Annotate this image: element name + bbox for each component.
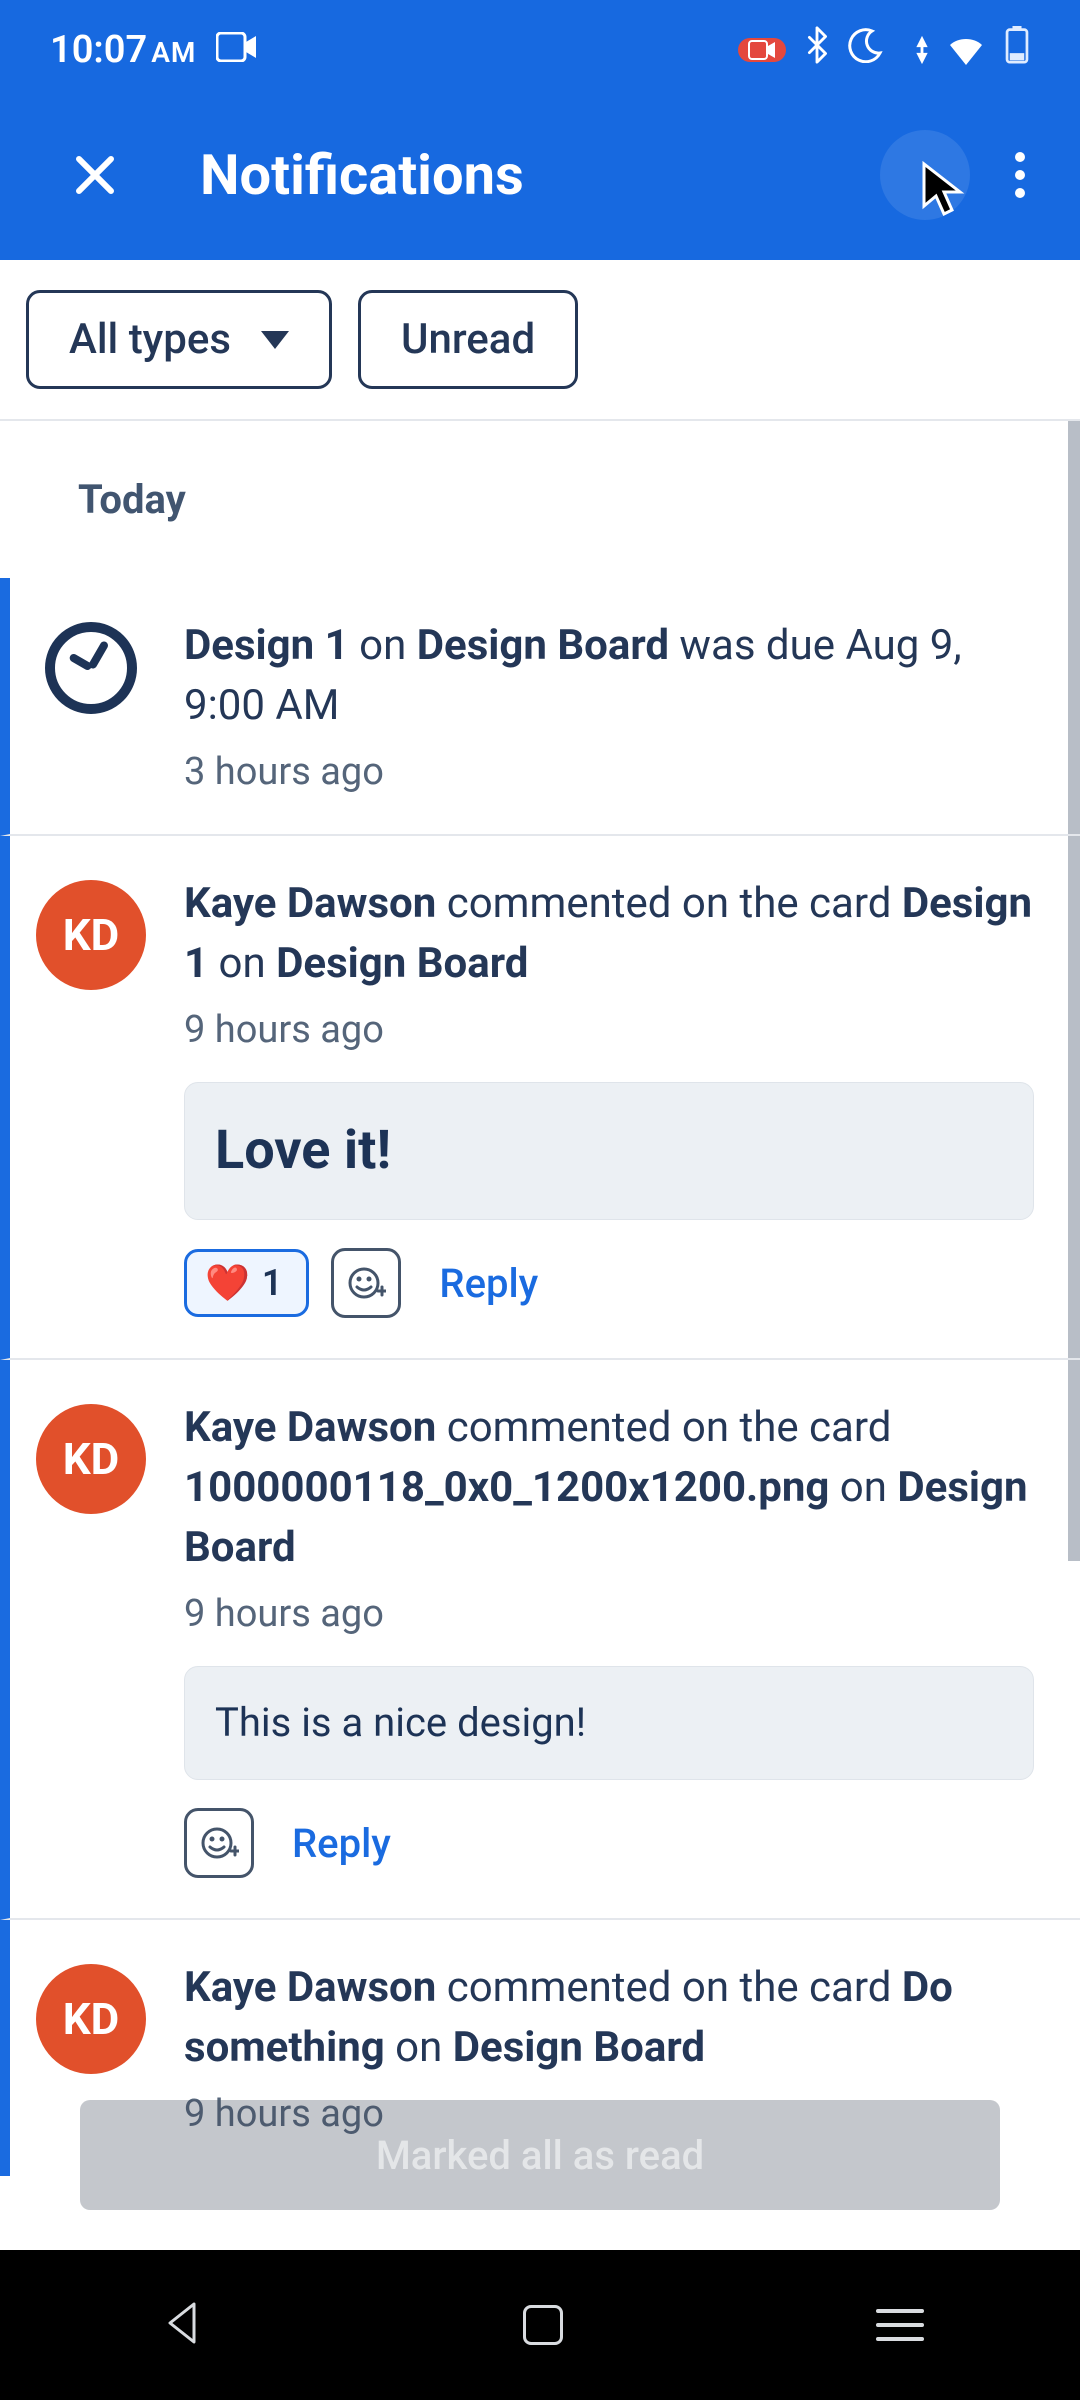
- reply-button[interactable]: Reply: [439, 1260, 538, 1307]
- notification-item-due[interactable]: Design 1 on Design Board was due Aug 9, …: [0, 578, 1080, 836]
- nav-home-button[interactable]: [523, 2305, 563, 2345]
- status-bar: 10:07AM: [0, 0, 1080, 100]
- close-button[interactable]: [60, 140, 130, 210]
- notification-timestamp: 9 hours ago: [184, 1008, 1034, 1052]
- wifi-icon: [902, 33, 986, 67]
- mark-all-read-button[interactable]: [880, 130, 970, 220]
- battery-icon: [1004, 26, 1030, 74]
- avatar: KD: [36, 1964, 146, 2074]
- filter-type-dropdown[interactable]: All types: [26, 290, 332, 389]
- overflow-menu-button[interactable]: [990, 135, 1050, 215]
- notification-item-comment[interactable]: KD Kaye Dawson commented on the card Do …: [0, 1920, 1080, 2176]
- system-nav-bar: [0, 2250, 1080, 2400]
- notification-message: Kaye Dawson commented on the card 100000…: [184, 1398, 1034, 1578]
- notification-message: Design 1 on Design Board was due Aug 9, …: [184, 616, 1034, 736]
- bluetooth-icon: [804, 26, 830, 74]
- filter-type-label: All types: [69, 315, 231, 364]
- notification-timestamp: 3 hours ago: [184, 750, 1034, 794]
- clock-icon: [45, 622, 137, 714]
- notification-item-comment[interactable]: KD Kaye Dawson commented on the card 100…: [0, 1360, 1080, 1920]
- filter-unread-button[interactable]: Unread: [358, 290, 578, 389]
- notification-timestamp: 9 hours ago: [184, 1592, 1034, 1636]
- notification-item-comment[interactable]: KD Kaye Dawson commented on the card Des…: [0, 836, 1080, 1360]
- page-title: Notifications: [200, 142, 880, 208]
- avatar: KD: [36, 880, 146, 990]
- nav-back-button[interactable]: [156, 2296, 210, 2354]
- comment-quote: This is a nice design!: [184, 1666, 1034, 1780]
- reply-button[interactable]: Reply: [292, 1820, 391, 1867]
- app-header: Notifications: [0, 100, 1080, 260]
- add-reaction-button[interactable]: [184, 1808, 254, 1878]
- cursor-pointer-icon: [920, 160, 970, 224]
- comment-quote: Love it!: [184, 1082, 1034, 1220]
- notification-timestamp: 9 hours ago: [184, 2092, 1034, 2136]
- day-header: Today: [0, 421, 1080, 578]
- chevron-down-icon: [261, 331, 289, 349]
- avatar: KD: [36, 1404, 146, 1514]
- reaction-count: 1: [262, 1262, 283, 1304]
- status-time: 10:07AM: [50, 28, 196, 72]
- reaction-pill[interactable]: ❤️ 1: [184, 1249, 309, 1317]
- nav-recents-button[interactable]: [876, 2309, 924, 2341]
- notification-message: Kaye Dawson commented on the card Do som…: [184, 1958, 1034, 2078]
- notification-message: Kaye Dawson commented on the card Design…: [184, 874, 1034, 994]
- filter-bar: All types Unread: [0, 260, 1080, 421]
- filter-unread-label: Unread: [401, 315, 535, 364]
- heart-icon: ❤️: [205, 1262, 250, 1304]
- notification-list[interactable]: Today Design 1 on Design Board was due A…: [0, 421, 1080, 2371]
- record-badge-icon: [738, 38, 786, 62]
- dnd-moon-icon: [848, 27, 884, 73]
- record-screen-icon: [216, 28, 258, 72]
- add-reaction-button[interactable]: [331, 1248, 401, 1318]
